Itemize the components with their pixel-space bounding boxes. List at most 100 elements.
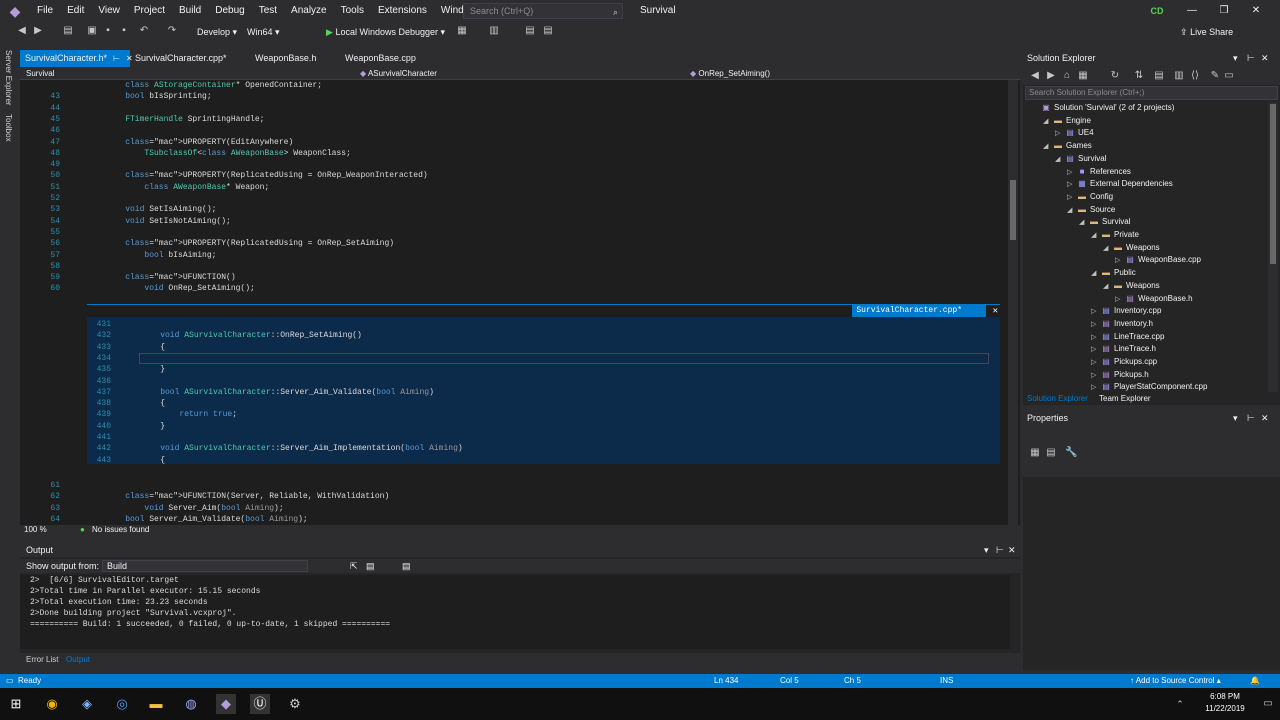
expand-arrow-icon[interactable]: ▷ [1055,128,1065,140]
expand-arrow-icon[interactable]: ▷ [1067,179,1077,191]
tab-output[interactable]: Output [66,653,90,667]
find-message-icon[interactable]: ⇱ [350,559,358,573]
search-input[interactable]: Search (Ctrl+Q) ⌕ [463,3,623,19]
pin-icon[interactable]: ⊢ [1247,410,1255,427]
code-line[interactable]: 43 bool bIsSprinting; [20,91,1020,102]
menu-project[interactable]: Project [127,0,172,22]
property-pages-icon[interactable]: 🔧 [1065,447,1077,459]
minimize-button[interactable]: — [1176,0,1208,22]
code-line[interactable]: 432 void ASurvivalCharacter::OnRep_SetAi… [87,330,1000,341]
expand-arrow-icon[interactable]: ▷ [1091,306,1101,318]
scrollbar-thumb[interactable] [1270,104,1276,264]
class-dropdown[interactable]: ◆ ASurvivalCharacter [360,67,680,80]
member-dropdown[interactable]: ◆ OnRep_SetAiming() [690,67,1010,80]
system-clock[interactable]: 6:08 PM 11/22/2019 [1195,691,1255,715]
visual-studio-icon[interactable]: ◆ [216,694,236,714]
steam-icon[interactable]: ◈ [77,694,97,714]
tree-item[interactable]: ◢ ▬ Private [1091,229,1139,241]
sync-icon[interactable]: ⇅ [1133,70,1145,82]
word-wrap-icon[interactable]: ▤ [402,559,411,573]
pin-icon[interactable]: ⊢ [1247,50,1255,67]
tab-survivalcharacter-h[interactable]: SurvivalCharacter.h* ⊢ ✕ [20,50,133,67]
expand-arrow-icon[interactable]: ▷ [1091,370,1101,382]
code-line[interactable]: 58 [20,261,1020,272]
back-icon[interactable]: ◀ [1029,70,1041,82]
code-line[interactable]: class AStorageContainer* OpenedContainer… [20,80,1020,91]
peek-file-tab[interactable]: SurvivalCharacter.cpp* [852,305,986,317]
user-avatar[interactable]: CD [1146,4,1168,18]
code-line[interactable]: 46 [20,125,1020,136]
tree-item[interactable]: ◢ ▬ Engine [1043,115,1091,127]
tree-item[interactable]: ▷ ▤ Inventory.h [1091,318,1153,330]
code-line[interactable]: 54 void SetIsNotAiming(); [20,216,1020,227]
peek-close-icon[interactable]: ✕ [993,305,998,317]
expand-arrow-icon[interactable]: ◢ [1091,268,1101,280]
search-icon[interactable]: ⌕ [613,5,618,19]
tree-item[interactable]: ▷ ▤ PlayerStatComponent.cpp [1091,381,1207,392]
tree-item[interactable]: ◢ ▬ Weapons [1103,242,1160,254]
menu-debug[interactable]: Debug [208,0,251,22]
tray-chevron-icon[interactable]: ⌃ [1170,694,1190,714]
maximize-button[interactable]: ❐ [1208,0,1240,22]
code-line[interactable]: 49 [20,159,1020,170]
toolbox-tab[interactable]: Toolbox [4,114,13,142]
code-line[interactable]: 63 void Server_Aim(bool Aiming); [20,503,1020,514]
toolbar-icon-1[interactable]: ▦ [456,25,468,37]
expand-arrow-icon[interactable]: ▷ [1091,332,1101,344]
expand-arrow-icon[interactable]: ◢ [1067,205,1077,217]
dropdown-icon[interactable]: ▾ [1233,410,1238,427]
code-line[interactable]: 435 } [87,364,1000,375]
code-line[interactable]: 50 class="mac">UPROPERTY(ReplicatedUsing… [20,170,1020,181]
solution-configuration-select[interactable]: Develop ▾ [194,24,242,40]
code-line[interactable]: 61 [20,480,1020,491]
close-window-button[interactable]: ✕ [1240,0,1272,22]
open-file-icon[interactable]: ▣ [86,25,98,37]
tree-item[interactable]: ▷ ▤ LineTrace.cpp [1091,331,1164,343]
tree-item[interactable]: ◢ ▬ Games [1043,140,1092,152]
peek-definition-window[interactable]: SurvivalCharacter.cpp* ✕ 431 432 void ASu… [87,304,1000,466]
output-source-select[interactable]: Build [102,560,308,572]
expand-arrow-icon[interactable]: ◢ [1091,230,1101,242]
close-icon[interactable]: ✕ [1261,50,1269,67]
code-line[interactable]: 52 [20,193,1020,204]
tree-item[interactable]: ◢ ▬ Weapons [1103,280,1160,292]
tree-scrollbar[interactable] [1268,102,1278,392]
issues-status[interactable]: No issues found [92,525,149,535]
tab-team-explorer[interactable]: Team Explorer [1099,393,1151,405]
code-line[interactable]: 438 { [87,398,1000,409]
tree-item[interactable]: ◢ ▬ Public [1091,267,1136,279]
save-icon[interactable]: ▪ [102,25,114,37]
code-line[interactable]: 441 [87,432,1000,443]
live-share-button[interactable]: ⇪ Live Share [1180,24,1233,40]
tab-weaponbase-cpp[interactable]: WeaponBase.cpp [340,50,421,67]
unreal-engine-icon[interactable]: Ⓤ [250,694,270,714]
expand-arrow-icon[interactable]: ◢ [1103,243,1113,255]
code-line[interactable]: 56 class="mac">UPROPERTY(ReplicatedUsing… [20,238,1020,249]
chrome-icon[interactable]: ◉ [42,694,62,714]
tree-item[interactable]: ▷ ▦ External Dependencies [1067,178,1173,190]
forward-icon[interactable]: ▶ [32,25,44,37]
start-icon[interactable]: ⊞ [6,694,26,714]
tab-error-list[interactable]: Error List [26,653,58,667]
tree-item[interactable]: ◢ ▬ Survival [1079,216,1130,228]
code-line[interactable]: 431 [87,319,1000,330]
browser-icon[interactable]: ◎ [112,694,132,714]
switch-views-icon[interactable]: ▦ [1077,70,1089,82]
expand-arrow-icon[interactable]: ▷ [1091,357,1101,369]
code-line[interactable]: 437 bool ASurvivalCharacter::Server_Aim_… [87,387,1000,398]
expand-arrow-icon[interactable]: ▷ [1091,344,1101,356]
menu-file[interactable]: File [30,0,60,22]
categorized-icon[interactable]: ▦ [1029,447,1041,459]
code-line[interactable]: 64 bool Server_Aim_Validate(bool Aiming)… [20,514,1020,525]
forward-icon[interactable]: ▶ [1045,70,1057,82]
tree-item[interactable]: ◢ ▤ Survival [1055,153,1106,165]
code-line[interactable]: 433 { [87,342,1000,353]
output-text-area[interactable]: 2> [6/6] SurvivalEditor.target 2>Total ti… [20,575,1010,649]
code-line[interactable]: 443 { [87,455,1000,466]
menu-edit[interactable]: Edit [60,0,91,22]
expand-arrow-icon[interactable]: ▷ [1067,167,1077,179]
expand-arrow-icon[interactable]: ◢ [1055,154,1065,166]
tab-weaponbase-h[interactable]: WeaponBase.h [250,50,321,67]
tab-solution-explorer[interactable]: Solution Explorer [1027,393,1088,405]
code-line[interactable]: 47 class="mac">UPROPERTY(EditAnywhere) [20,137,1020,148]
